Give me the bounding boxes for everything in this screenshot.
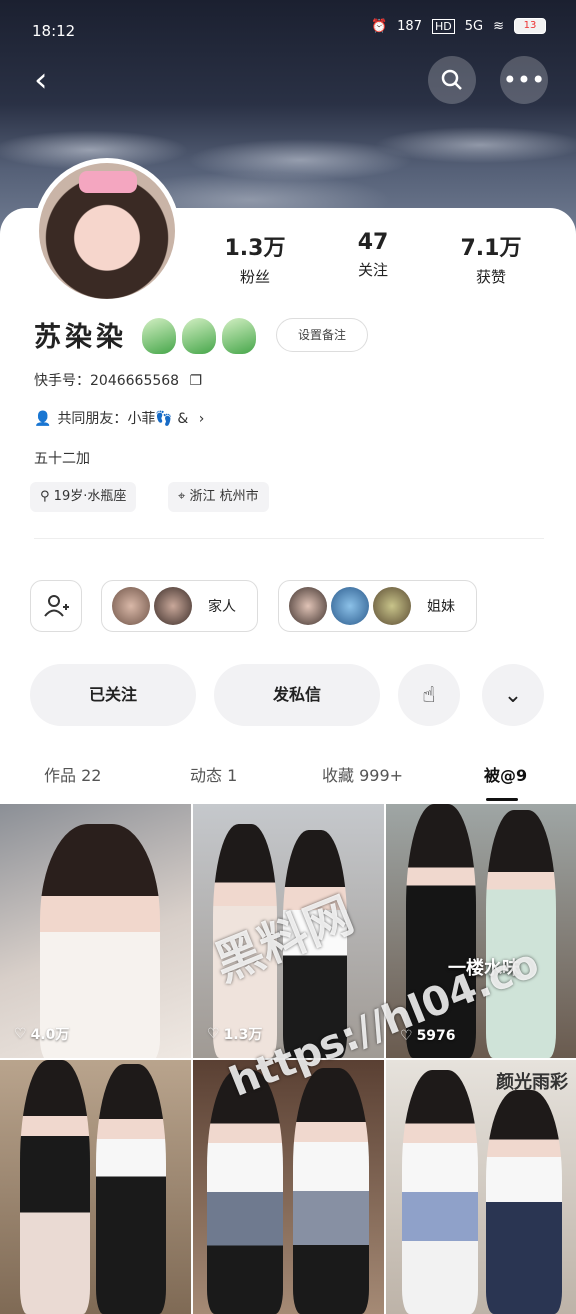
video-thumbnail[interactable]: ♡ 4.0万: [0, 804, 191, 1058]
group-sisters[interactable]: 姐妹: [278, 580, 477, 632]
chevron-down-icon[interactable]: ⌄: [482, 664, 544, 726]
tab-indicator: [486, 798, 518, 801]
tab-mentioned[interactable]: 被@9: [484, 762, 527, 786]
leaf-emoji-icon: [222, 318, 256, 354]
send-message-button[interactable]: 发私信: [214, 664, 380, 726]
tab-favorites[interactable]: 收藏 999+: [322, 762, 403, 786]
likes-count: ♡ 1.3万: [207, 1026, 263, 1043]
kuaishou-id: 2046665568: [90, 373, 180, 389]
heart-icon: ♡: [207, 1026, 220, 1042]
video-thumbnail[interactable]: [193, 1060, 384, 1314]
member-avatar: [289, 587, 327, 625]
profile-name: 苏染染: [34, 322, 127, 353]
avatar[interactable]: [34, 158, 180, 304]
location-chip: ⌖ 浙江 杭州市: [168, 482, 269, 512]
kuaishou-id-row: 快手号：2046665568 ❐: [34, 373, 203, 389]
add-friend-button[interactable]: [30, 580, 82, 632]
wifi-icon: ≋: [493, 18, 504, 34]
touch-hand-icon[interactable]: ☝: [398, 664, 460, 726]
speed-text: 187: [397, 18, 422, 34]
status-bar: 18:12 ⏰ 187 HD 5G ≋ 13: [0, 0, 576, 58]
person-icon: 👤: [34, 411, 52, 427]
add-person-icon: [44, 595, 69, 617]
battery-icon: 13: [514, 18, 546, 34]
location-pin-icon: ⌖: [178, 489, 186, 504]
video-thumbnail[interactable]: 颜光雨彩: [386, 1060, 576, 1314]
likes-count: ♡ 4.0万: [14, 1026, 70, 1043]
copy-icon[interactable]: ❐: [190, 373, 203, 389]
mutual-friends-row[interactable]: 👤 共同朋友：小菲👣 & ›: [34, 408, 204, 428]
heart-icon: ♡: [14, 1026, 27, 1042]
member-avatar: [154, 587, 192, 625]
status-time: 18:12: [32, 22, 76, 40]
chevron-right-icon: ›: [198, 411, 205, 427]
tab-works[interactable]: 作品 22: [44, 762, 101, 786]
network-text: 5G: [464, 18, 484, 34]
tab-moments[interactable]: 动态 1: [190, 762, 237, 786]
age-chip: ⚲ 19岁·水瓶座: [30, 482, 137, 512]
member-avatar: [112, 587, 150, 625]
group-family[interactable]: 家人: [101, 580, 258, 632]
followed-button[interactable]: 已关注: [30, 664, 196, 726]
back-arrow-icon[interactable]: ‹: [34, 60, 48, 100]
hd-icon: HD: [431, 18, 455, 34]
search-icon[interactable]: [428, 56, 476, 104]
divider: [34, 538, 544, 539]
status-icons: ⏰ 187 HD 5G ≋ 13: [371, 18, 546, 34]
video-thumbnail[interactable]: [0, 1060, 191, 1314]
stat-fans[interactable]: 1.3万 粉丝: [200, 230, 310, 287]
member-avatar: [331, 587, 369, 625]
set-note-button[interactable]: 设置备注: [276, 318, 368, 352]
leaf-emoji-icon: [142, 318, 176, 354]
stat-likes[interactable]: 7.1万 获赞: [436, 230, 546, 287]
leaf-emoji-icon: [182, 318, 216, 354]
gender-female-icon: ⚲: [40, 489, 50, 504]
more-options-icon[interactable]: •••: [500, 56, 548, 104]
alarm-icon: ⏰: [370, 18, 388, 34]
stat-following[interactable]: 47 关注: [318, 230, 428, 280]
bio-text: 五十二加: [34, 451, 90, 467]
member-avatar: [373, 587, 411, 625]
